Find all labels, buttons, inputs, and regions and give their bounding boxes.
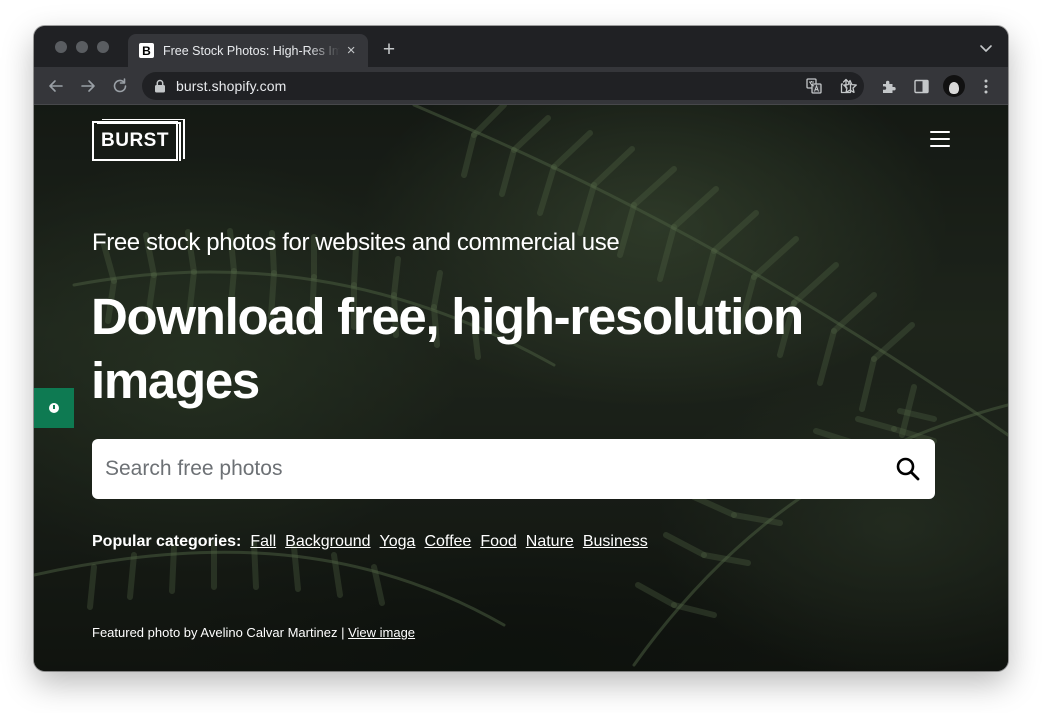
reload-icon[interactable] <box>110 76 130 96</box>
tab-title: Free Stock Photos: High-Res Images <box>163 43 341 58</box>
avatar[interactable] <box>943 75 965 97</box>
alert-icon <box>49 403 59 413</box>
tab-strip: B Free Stock Photos: High-Res Images × + <box>34 26 1008 67</box>
photo-credit-text: Featured photo by Avelino Calvar Martine… <box>92 625 345 640</box>
browser-window: B Free Stock Photos: High-Res Images × +… <box>34 26 1008 671</box>
menu-icon[interactable] <box>930 131 950 148</box>
burst-favicon-icon: B <box>139 43 154 58</box>
page-title: Download free, high-resolution images <box>91 288 804 409</box>
photo-credit: Featured photo by Avelino Calvar Martine… <box>92 625 415 640</box>
star-icon[interactable] <box>842 79 858 95</box>
url-text[interactable]: burst.shopify.com <box>176 78 286 94</box>
categories-label: Popular categories: <box>92 533 242 550</box>
search-input[interactable] <box>105 457 885 481</box>
search-bar <box>92 439 935 499</box>
category-link-business[interactable]: Business <box>583 533 648 551</box>
more-icon[interactable] <box>982 78 990 95</box>
hero-section: BURST Free stock photos for websites and… <box>34 105 1008 671</box>
browser-tab[interactable]: B Free Stock Photos: High-Res Images × <box>128 34 368 67</box>
search-icon[interactable] <box>895 456 921 482</box>
extensions-icon[interactable] <box>880 78 897 95</box>
category-link-food[interactable]: Food <box>480 533 516 551</box>
tab-close-icon[interactable]: × <box>344 42 358 59</box>
new-tab-button[interactable]: + <box>378 39 400 61</box>
back-icon[interactable] <box>46 76 66 96</box>
zoom-window-button[interactable] <box>97 41 109 53</box>
view-image-link[interactable]: View image <box>348 625 415 640</box>
category-link-fall[interactable]: Fall <box>250 533 276 551</box>
address-bar[interactable]: burst.shopify.com <box>142 72 864 100</box>
category-link-background[interactable]: Background <box>285 533 370 551</box>
feedback-tab[interactable] <box>34 388 74 428</box>
category-link-coffee[interactable]: Coffee <box>424 533 471 551</box>
translate-icon[interactable] <box>806 78 822 94</box>
tab-search-icon[interactable] <box>978 40 994 56</box>
browser-toolbar: burst.shopify.com <box>34 67 1008 105</box>
tagline: Free stock photos for websites and comme… <box>92 229 620 256</box>
popular-categories: Popular categories: Fall Background Yoga… <box>92 533 657 551</box>
burst-logo[interactable]: BURST <box>92 121 178 161</box>
close-window-button[interactable] <box>55 41 67 53</box>
category-link-yoga[interactable]: Yoga <box>380 533 416 551</box>
lock-icon[interactable] <box>154 79 166 93</box>
forward-icon[interactable] <box>78 76 98 96</box>
side-panel-icon[interactable] <box>913 78 930 95</box>
category-link-nature[interactable]: Nature <box>526 533 574 551</box>
minimize-window-button[interactable] <box>76 41 88 53</box>
